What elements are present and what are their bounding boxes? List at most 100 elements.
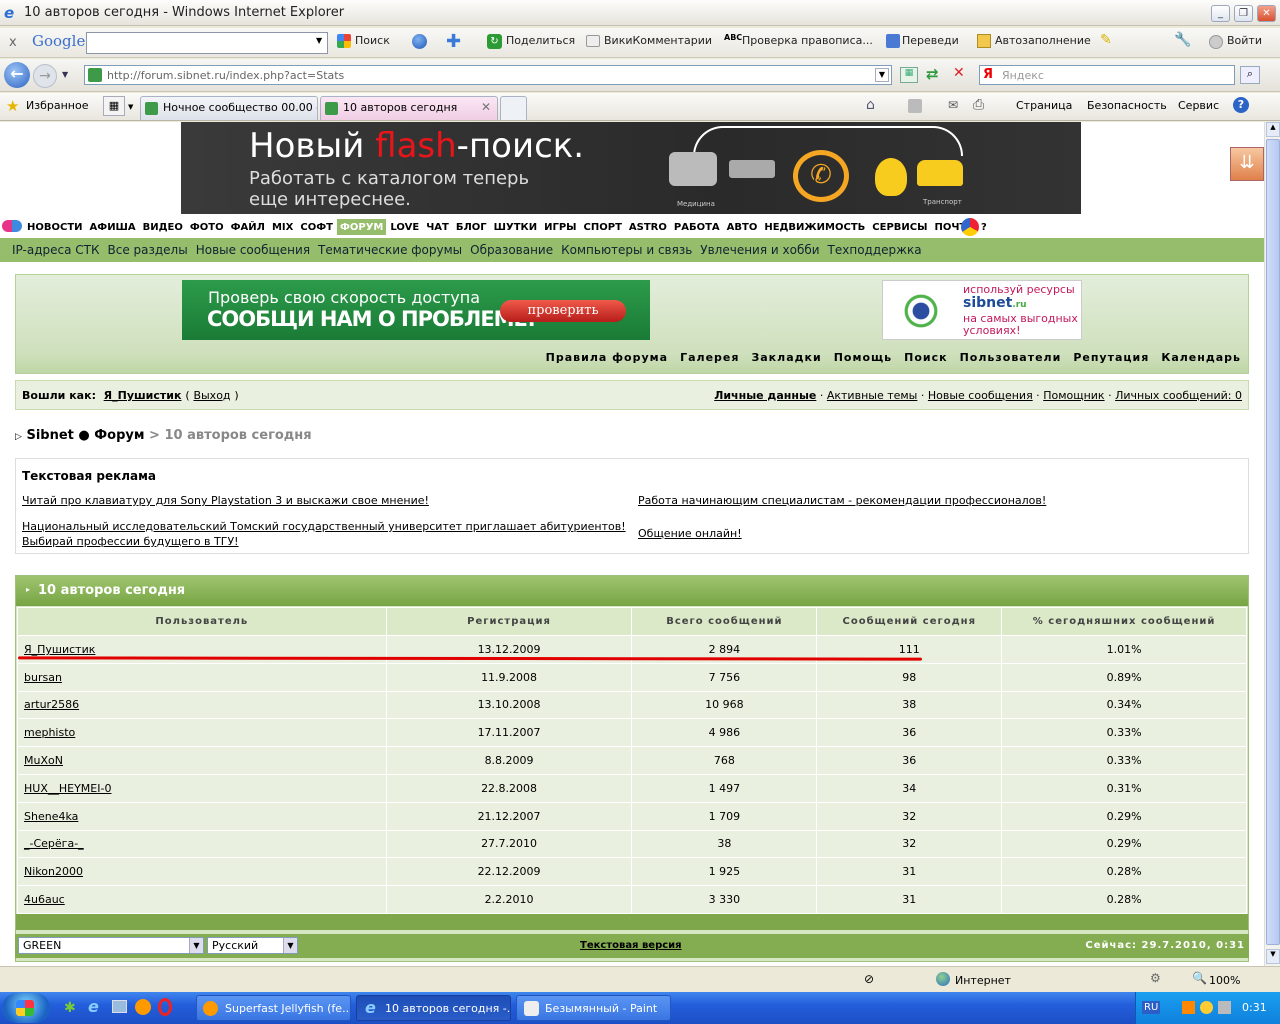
nav-item-3[interactable]: ФОТО xyxy=(186,219,228,235)
nav-item-16[interactable]: АВТО xyxy=(723,219,762,235)
nav-item-6[interactable]: СОФТ xyxy=(296,219,337,235)
scroll-thumb[interactable] xyxy=(1266,139,1280,945)
service-menu[interactable]: Сервис xyxy=(1178,99,1219,112)
forum-menu-link-1[interactable]: Галерея xyxy=(680,351,739,364)
popup-blocker-icon[interactable]: ⊘ xyxy=(864,972,874,986)
skin-dropdown-icon[interactable]: ▼ xyxy=(189,938,203,953)
column-header-4[interactable]: % сегодняшних сообщений xyxy=(1001,607,1247,636)
compat-view-icon[interactable]: ▦ xyxy=(900,67,918,83)
home-icon[interactable]: ⌂ xyxy=(866,97,875,113)
language-indicator[interactable]: RU xyxy=(1142,1001,1161,1014)
tab-list-dropdown-icon[interactable]: ▼ xyxy=(128,103,133,111)
text-ad-link-1[interactable]: Читай про клавиатуру для Sony Playstatio… xyxy=(22,494,429,507)
subnav-link-6[interactable]: Увлечения и хобби xyxy=(700,243,819,257)
user-link-2[interactable]: Новые сообщения xyxy=(928,389,1033,402)
skin-select[interactable]: GREEN ▼ xyxy=(18,937,204,954)
scroll-down-button[interactable]: ▼ xyxy=(1266,949,1280,964)
collapse-button[interactable]: ⇊ xyxy=(1230,147,1264,181)
vertical-scrollbar[interactable]: ▲ ▼ xyxy=(1264,122,1280,966)
language-dropdown-icon[interactable]: ▼ xyxy=(283,938,297,953)
google-search-input[interactable] xyxy=(86,32,328,54)
nav-item-7[interactable]: ФОРУМ xyxy=(336,219,388,235)
current-user-link[interactable]: Я_Пушистик xyxy=(104,389,182,402)
scroll-up-button[interactable]: ▲ xyxy=(1266,122,1280,137)
tray-icon-3[interactable] xyxy=(1218,1001,1231,1014)
nav-item-1[interactable]: АФИША xyxy=(86,219,140,235)
nav-item-18[interactable]: СЕРВИСЫ xyxy=(868,219,932,235)
forum-menu-link-2[interactable]: Закладки xyxy=(751,351,821,364)
logout-link[interactable]: Выход xyxy=(193,389,230,402)
breadcrumb-sibnet[interactable]: Sibnet xyxy=(26,428,73,443)
spellcheck-button[interactable]: Проверка правописа... xyxy=(742,34,873,47)
rss-icon[interactable] xyxy=(908,99,922,113)
translate-button[interactable]: Переведи xyxy=(902,34,959,47)
share-button[interactable]: Поделиться xyxy=(506,34,575,47)
globe-icon[interactable] xyxy=(412,34,427,49)
nav-item-9[interactable]: ЧАТ xyxy=(422,219,453,235)
user-link[interactable]: artur2586 xyxy=(17,690,387,720)
tray-icon-1[interactable] xyxy=(1182,1001,1195,1014)
nav-item-2[interactable]: ВИДЕО xyxy=(139,219,187,235)
user-link[interactable]: mephisto xyxy=(17,718,387,748)
toolbar-close-button[interactable]: x xyxy=(9,35,17,50)
sibnet-resources-ad[interactable]: используй ресурсы sibnet.ru на самых выг… xyxy=(882,280,1082,340)
zoom-level[interactable]: 100% xyxy=(1209,974,1240,987)
zoom-icon[interactable]: 🔍 xyxy=(1192,971,1207,985)
nav-item-14[interactable]: ASTRO xyxy=(625,219,671,235)
nav-item-8[interactable]: LOVE xyxy=(386,219,424,235)
user-link[interactable]: Nikon2000 xyxy=(17,857,387,887)
language-select[interactable]: Русский ▼ xyxy=(207,937,298,954)
wrench-icon[interactable]: 🔧 xyxy=(1174,32,1191,48)
user-link[interactable]: 4u6auc xyxy=(17,885,387,914)
text-ad-link-4[interactable]: Общение онлайн! xyxy=(638,527,742,540)
highlighter-icon[interactable]: ✎ xyxy=(1100,32,1112,48)
history-dropdown-icon[interactable]: ▼ xyxy=(62,70,68,79)
task-paint[interactable]: Безымянный - Paint xyxy=(516,995,671,1021)
column-header-1[interactable]: Регистрация xyxy=(385,607,633,636)
subnav-link-1[interactable]: Все разделы xyxy=(108,243,188,257)
forum-menu-link-7[interactable]: Календарь xyxy=(1161,351,1241,364)
yandex-search-input[interactable]: Я Яндекс xyxy=(979,65,1235,85)
user-link[interactable]: _-Серёга-_ xyxy=(17,829,387,859)
quicklaunch-opera-icon[interactable] xyxy=(158,998,172,1016)
quicklaunch-icon-1[interactable]: ✱ xyxy=(64,1000,76,1016)
forum-menu-link-5[interactable]: Пользователи xyxy=(960,351,1062,364)
refresh-icon[interactable]: ⇄ xyxy=(926,65,939,83)
user-link-0[interactable]: Личные данные xyxy=(714,389,816,402)
subnav-link-5[interactable]: Компьютеры и связь xyxy=(561,243,692,257)
security-menu[interactable]: Безопасность xyxy=(1087,99,1167,112)
text-ad-link-2b[interactable]: Выбирай профессии будущего в ТГУ! xyxy=(22,535,239,548)
user-link[interactable]: bursan xyxy=(17,662,387,692)
text-ad-link-3[interactable]: Работа начинающим специалистам - рекомен… xyxy=(638,494,1046,507)
user-link[interactable]: MuXoN xyxy=(17,746,387,775)
nav-item-17[interactable]: НЕДВИЖИМОСТЬ xyxy=(760,219,870,235)
nav-item-12[interactable]: ИГРЫ xyxy=(540,219,581,235)
dropdown-arrow-icon[interactable]: ▼ xyxy=(316,36,322,45)
nav-item-4[interactable]: ФАЙЛ xyxy=(227,219,269,235)
user-link-3[interactable]: Помощник xyxy=(1043,389,1104,402)
flash-search-banner[interactable]: Новый flash-поиск. Работать с каталогом … xyxy=(181,122,1081,214)
url-field[interactable]: http://forum.sibnet.ru/index.php?act=Sta… xyxy=(84,65,892,85)
column-header-3[interactable]: Сообщений сегодня xyxy=(816,607,1003,636)
quick-tabs-icon[interactable]: ▦ xyxy=(103,96,125,116)
quicklaunch-aimp-icon[interactable] xyxy=(135,999,151,1015)
stop-icon[interactable]: ✕ xyxy=(953,65,965,81)
autofill-button[interactable]: Автозаполнение xyxy=(995,34,1091,47)
breadcrumb-forum[interactable]: Форум xyxy=(94,428,144,443)
tray-icon-2[interactable] xyxy=(1200,1001,1213,1014)
nav-item-10[interactable]: БЛОГ xyxy=(452,219,491,235)
forward-button[interactable]: → xyxy=(33,64,57,88)
forum-menu-link-6[interactable]: Репутация xyxy=(1073,351,1149,364)
user-link-4[interactable]: Личных сообщений: 0 xyxy=(1115,389,1242,402)
nav-item-11[interactable]: ШУТКИ xyxy=(490,219,542,235)
page-menu[interactable]: Страница xyxy=(1016,99,1072,112)
column-header-0[interactable]: Пользователь xyxy=(17,607,387,636)
forum-menu-link-3[interactable]: Помощь xyxy=(834,351,892,364)
signin-button[interactable]: Войти xyxy=(1227,34,1262,47)
task-ie-active[interactable]: e 10 авторов сегодня -... xyxy=(356,995,511,1021)
back-button[interactable]: ← xyxy=(4,62,30,88)
print-icon[interactable]: ⎙ xyxy=(973,97,984,113)
quicklaunch-desktop-icon[interactable] xyxy=(112,1000,127,1013)
nav-item-0[interactable]: НОВОСТИ xyxy=(24,219,87,235)
search-icon[interactable]: ⌕ xyxy=(1240,66,1260,84)
